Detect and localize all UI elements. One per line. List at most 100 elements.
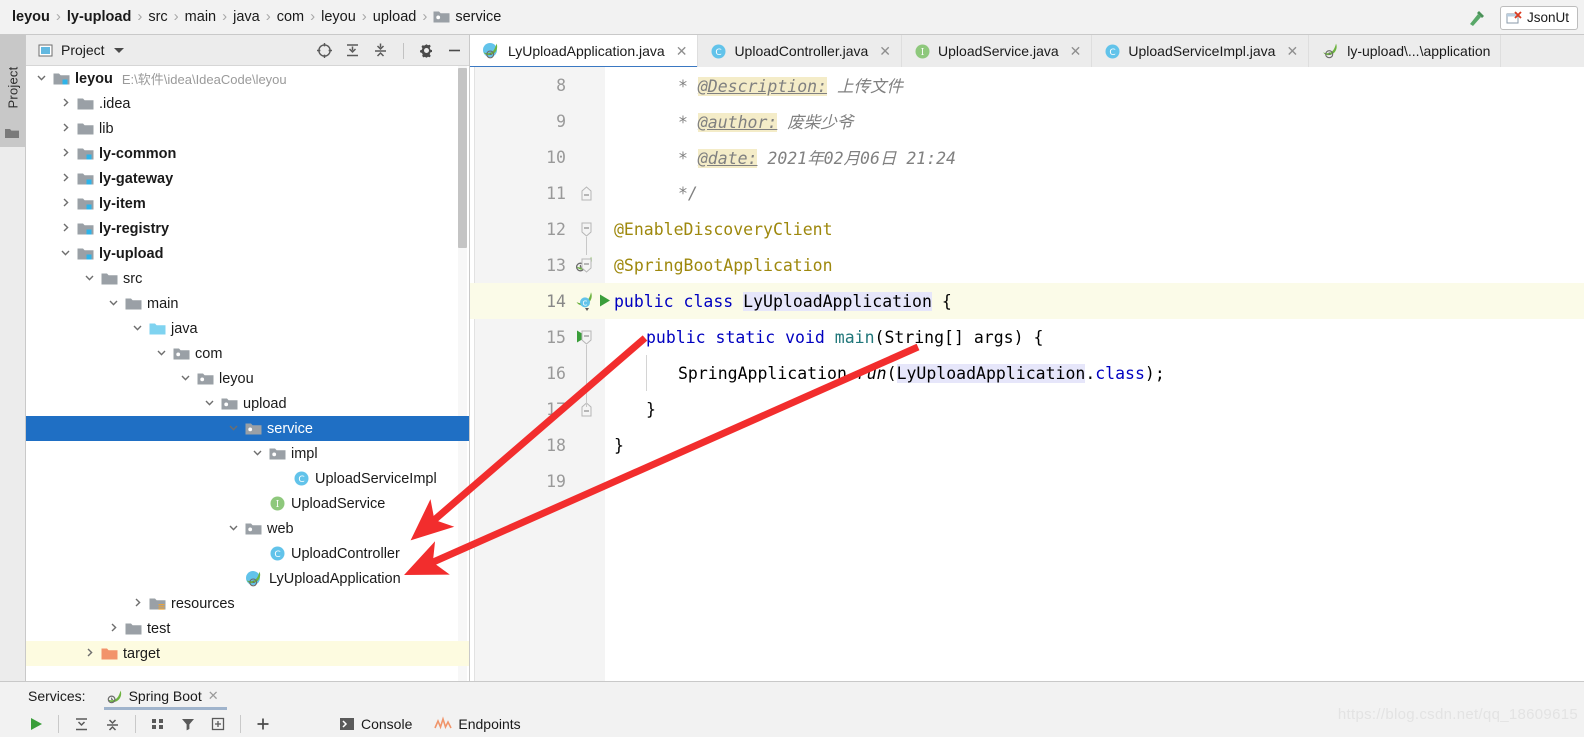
tree-node-impl[interactable]: impl [26,441,469,466]
breadcrumb-item-leyou[interactable]: leyou [8,9,54,25]
chevron-down-icon[interactable] [34,72,48,86]
chevron-right-icon[interactable] [82,647,96,661]
breadcrumb-item-service[interactable]: service [429,9,505,25]
editor-tab-ly-upload-application[interactable]: ly-upload\...\application [1309,35,1502,67]
sidebar-item-project[interactable]: Project [0,35,25,147]
run-button[interactable] [28,716,44,732]
select-opened-file-icon[interactable] [316,42,333,59]
chevron-right-icon[interactable] [58,97,72,111]
hide-panel-icon[interactable] [446,42,463,59]
close-icon[interactable]: ✕ [1286,43,1298,60]
tree-node-service[interactable]: service [26,416,469,441]
close-icon[interactable]: ✕ [676,43,688,60]
tree-node-ly-common[interactable]: ly-common [26,141,469,166]
tree-node-ly-upload[interactable]: ly-upload [26,241,469,266]
breadcrumb-item-java[interactable]: java [229,9,264,25]
run-gutter-icon[interactable] [597,293,612,308]
tree-node-leyou[interactable]: leyou E:\软件\idea\IdeaCode\leyou [26,66,469,91]
chevron-down-icon[interactable] [226,522,240,536]
editor-tab-uploadservice-java[interactable]: I UploadService.java ✕ [902,35,1093,67]
chevron-right-icon[interactable] [58,197,72,211]
chevron-down-icon[interactable] [82,272,96,286]
tree-node-label: ly-gateway [99,170,174,187]
tab-endpoints[interactable]: Endpoints [434,716,521,732]
chevron-down-icon[interactable] [202,397,216,411]
tree-node-lyuploadapplication[interactable]: LyUploadApplication [26,566,469,591]
tree-node-src[interactable]: src [26,266,469,291]
breadcrumb-item-src[interactable]: src [144,9,171,25]
hammer-icon[interactable] [1466,7,1488,29]
add-box-button[interactable] [210,716,226,732]
svg-text:C: C [1110,48,1116,58]
tree-node-upload[interactable]: upload [26,391,469,416]
tree-node-web[interactable]: web [26,516,469,541]
chevron-right-icon[interactable] [58,122,72,136]
tree-node-ly-item[interactable]: ly-item [26,191,469,216]
run-configuration-selector[interactable]: JsonUt [1499,5,1578,30]
chevron-down-icon[interactable] [106,297,120,311]
editor-tab-uploadserviceimpl-java[interactable]: C UploadServiceImpl.java ✕ [1092,35,1310,67]
chevron-right-icon[interactable] [130,597,144,611]
chevron-down-icon[interactable] [250,447,264,461]
chevron-down-icon[interactable] [154,347,168,361]
filter-button[interactable] [180,716,196,732]
breadcrumb-item-com[interactable]: com [273,9,308,25]
editor-tab-uploadcontroller-java[interactable]: C UploadController.java ✕ [698,35,903,67]
fold-start-icon[interactable] [580,258,593,277]
chevron-down-icon[interactable] [58,247,72,261]
code-line-11: 11 */ [470,175,1584,211]
breadcrumb-item-ly-upload[interactable]: ly-upload [63,9,135,25]
idea-window: leyou › ly-upload › src › main › java › com › leyou ›… [0,0,1584,737]
tree-node-leyou[interactable]: leyou [26,366,469,391]
chevron-down-icon[interactable] [130,322,144,336]
close-icon[interactable]: ✕ [1070,43,1082,60]
project-tree[interactable]: leyou E:\软件\idea\IdeaCode\leyou .idea lib ly… [26,66,469,681]
plus-button[interactable] [255,716,271,732]
breadcrumb-item-main[interactable]: main [181,9,220,25]
close-icon[interactable]: ✕ [208,688,219,704]
tree-node-ly-registry[interactable]: ly-registry [26,216,469,241]
tree-node-main[interactable]: main [26,291,469,316]
breadcrumb-item-leyou[interactable]: leyou [317,9,360,25]
chevron-down-icon[interactable] [178,372,192,386]
tree-node-target[interactable]: target [26,641,469,666]
code-token: class [683,291,744,311]
chevron-down-icon[interactable] [226,422,240,436]
tree-node-com[interactable]: com [26,341,469,366]
chevron-right-icon[interactable] [58,222,72,236]
close-icon[interactable]: ✕ [879,43,891,60]
collapse-all-button[interactable] [104,716,121,733]
chevron-down-icon[interactable] [113,47,124,53]
code-line-text: SpringApplication.run(LyUploadApplicatio… [678,363,1165,383]
fold-end-icon[interactable] [580,186,593,205]
tree-node-uploadservice[interactable]: I UploadService [26,491,469,516]
chevron-right-icon[interactable] [58,172,72,186]
breadcrumb-item-upload[interactable]: upload [369,9,421,25]
tree-node-label: resources [171,595,235,612]
chevron-right-icon[interactable] [106,622,120,636]
tab-spring-boot[interactable]: Spring Boot ✕ [103,683,227,710]
tree-node-test[interactable]: test [26,616,469,641]
expand-all-button[interactable] [73,716,90,733]
collapse-all-icon[interactable] [372,42,389,59]
breadcrumb-separator: › [222,7,228,25]
tree-node-lib[interactable]: lib [26,116,469,141]
tree-node-ly-gateway[interactable]: ly-gateway [26,166,469,191]
settings-gear-icon[interactable] [418,42,435,59]
spring-run-icon[interactable]: C [574,290,596,312]
chevron-right-icon[interactable] [58,147,72,161]
toolbar-divider [135,715,136,733]
tree-node--idea[interactable]: .idea [26,91,469,116]
module-folder-icon [77,197,94,211]
expand-all-icon[interactable] [344,42,361,59]
class-icon: C [293,470,310,487]
editor-tab-lyuploadapplication-java[interactable]: LyUploadApplication.java ✕ [470,35,699,67]
tree-node-resources[interactable]: resources [26,591,469,616]
services-toolbar [0,710,271,737]
tab-console[interactable]: Console [339,716,412,732]
group-button[interactable] [150,716,166,732]
tree-node-uploadcontroller[interactable]: C UploadController [26,541,469,566]
code-editor[interactable]: 8 * @Description: 上传文件 9 * @author: 废柴少爷 10 *… [470,67,1584,681]
tree-node-uploadserviceimpl[interactable]: C UploadServiceImpl [26,466,469,491]
tree-node-java[interactable]: java [26,316,469,341]
